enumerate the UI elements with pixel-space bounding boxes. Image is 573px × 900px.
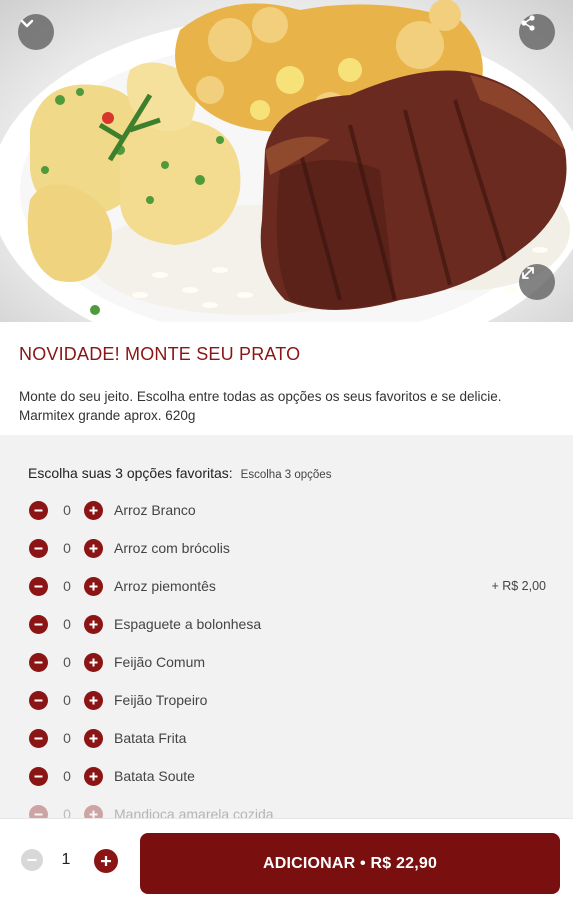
minus-icon bbox=[34, 737, 43, 739]
option-row: 0 Espaguete a bolonhesa bbox=[0, 605, 573, 643]
option-quantity: 0 bbox=[63, 616, 71, 632]
option-decrease-button[interactable] bbox=[29, 766, 48, 786]
options-header: Escolha suas 3 opções favoritas: Escolha… bbox=[28, 465, 331, 481]
option-row: 0 Mandioca amarela cozida bbox=[0, 795, 573, 818]
chevron-down-icon bbox=[20, 19, 34, 28]
option-increase-button[interactable] bbox=[84, 614, 103, 634]
plus-icon bbox=[89, 734, 98, 742]
option-decrease-button[interactable] bbox=[29, 728, 48, 748]
minus-icon bbox=[34, 813, 43, 815]
option-row: 0 Arroz Branco bbox=[0, 491, 573, 529]
collapse-button[interactable] bbox=[18, 14, 54, 50]
minus-icon bbox=[34, 585, 43, 587]
option-increase-button[interactable] bbox=[84, 766, 103, 786]
option-decrease-button[interactable] bbox=[29, 652, 48, 672]
option-decrease-button[interactable] bbox=[29, 576, 48, 596]
expand-image-button[interactable] bbox=[519, 264, 555, 300]
option-row: 0 Batata Soute bbox=[0, 757, 573, 795]
option-increase-button[interactable] bbox=[84, 690, 103, 710]
add-to-cart-bar: 1 ADICIONAR • R$ 22,90 bbox=[0, 818, 573, 900]
plus-icon bbox=[101, 856, 111, 866]
product-page: NOVIDADE! MONTE SEU PRATO Monte do seu j… bbox=[0, 0, 573, 900]
minus-icon bbox=[34, 661, 43, 663]
option-row: 0 Arroz piemontês + R$ 2,00 bbox=[0, 567, 573, 605]
plus-icon bbox=[89, 506, 98, 514]
option-row: 0 Arroz com brócolis bbox=[0, 529, 573, 567]
option-quantity: 0 bbox=[63, 768, 71, 784]
option-decrease-button[interactable] bbox=[29, 614, 48, 634]
product-title: NOVIDADE! MONTE SEU PRATO bbox=[19, 344, 301, 364]
decrease-quantity-button[interactable] bbox=[21, 849, 43, 871]
option-name: Batata Frita bbox=[114, 730, 187, 746]
option-quantity: 0 bbox=[63, 578, 71, 594]
option-quantity: 0 bbox=[63, 540, 71, 556]
option-name: Batata Soute bbox=[114, 768, 195, 784]
options-title: Escolha suas 3 opções favoritas: bbox=[28, 465, 233, 481]
option-quantity: 0 bbox=[63, 502, 71, 518]
product-info: NOVIDADE! MONTE SEU PRATO Monte do seu j… bbox=[0, 322, 573, 435]
expand-icon bbox=[522, 267, 534, 279]
food-plate-illustration bbox=[0, 0, 573, 322]
option-quantity: 0 bbox=[63, 806, 71, 818]
option-name: Arroz piemontês bbox=[114, 578, 216, 594]
minus-icon bbox=[34, 699, 43, 701]
option-row: 0 Feijão Comum bbox=[0, 643, 573, 681]
increase-quantity-button[interactable] bbox=[94, 849, 118, 873]
option-name: Feijão Tropeiro bbox=[114, 692, 208, 708]
plus-icon bbox=[89, 772, 98, 780]
product-image bbox=[0, 0, 573, 322]
product-description: Monte do seu jeito. Escolha entre todas … bbox=[19, 389, 502, 423]
plus-icon bbox=[89, 696, 98, 704]
option-name: Espaguete a bolonhesa bbox=[114, 616, 262, 632]
option-name: Arroz com brócolis bbox=[114, 540, 230, 556]
option-name: Feijão Comum bbox=[114, 654, 206, 670]
option-row: 0 Feijão Tropeiro bbox=[0, 681, 573, 719]
minus-icon bbox=[27, 859, 37, 861]
option-decrease-button[interactable] bbox=[29, 690, 48, 710]
plus-icon bbox=[89, 582, 98, 590]
plus-icon bbox=[89, 810, 98, 818]
option-increase-button[interactable] bbox=[84, 728, 103, 748]
option-increase-button[interactable] bbox=[84, 652, 103, 672]
option-name: Arroz Branco bbox=[114, 502, 196, 518]
add-to-cart-button[interactable]: ADICIONAR • R$ 22,90 bbox=[140, 833, 560, 894]
minus-icon bbox=[34, 509, 43, 511]
quantity-value: 1 bbox=[61, 851, 71, 868]
option-decrease-button[interactable] bbox=[29, 804, 48, 818]
share-icon bbox=[521, 15, 535, 31]
option-name: Mandioca amarela cozida bbox=[114, 806, 274, 818]
option-decrease-button[interactable] bbox=[29, 538, 48, 558]
option-increase-button[interactable] bbox=[84, 576, 103, 596]
plus-icon bbox=[89, 658, 98, 666]
minus-icon bbox=[34, 775, 43, 777]
option-decrease-button[interactable] bbox=[29, 500, 48, 520]
options-subtitle: Escolha 3 opções bbox=[240, 469, 332, 481]
plus-icon bbox=[89, 544, 98, 552]
option-quantity: 0 bbox=[63, 654, 71, 670]
option-quantity: 0 bbox=[63, 692, 71, 708]
minus-icon bbox=[34, 547, 43, 549]
option-extra-price: + R$ 2,00 bbox=[491, 579, 546, 593]
option-row: 0 Batata Frita bbox=[0, 719, 573, 757]
option-increase-button[interactable] bbox=[84, 500, 103, 520]
option-quantity: 0 bbox=[63, 730, 71, 746]
plus-icon bbox=[89, 620, 98, 628]
option-increase-button[interactable] bbox=[84, 804, 103, 818]
minus-icon bbox=[34, 623, 43, 625]
share-button[interactable] bbox=[519, 14, 555, 50]
options-section: Escolha suas 3 opções favoritas: Escolha… bbox=[0, 435, 573, 818]
option-increase-button[interactable] bbox=[84, 538, 103, 558]
